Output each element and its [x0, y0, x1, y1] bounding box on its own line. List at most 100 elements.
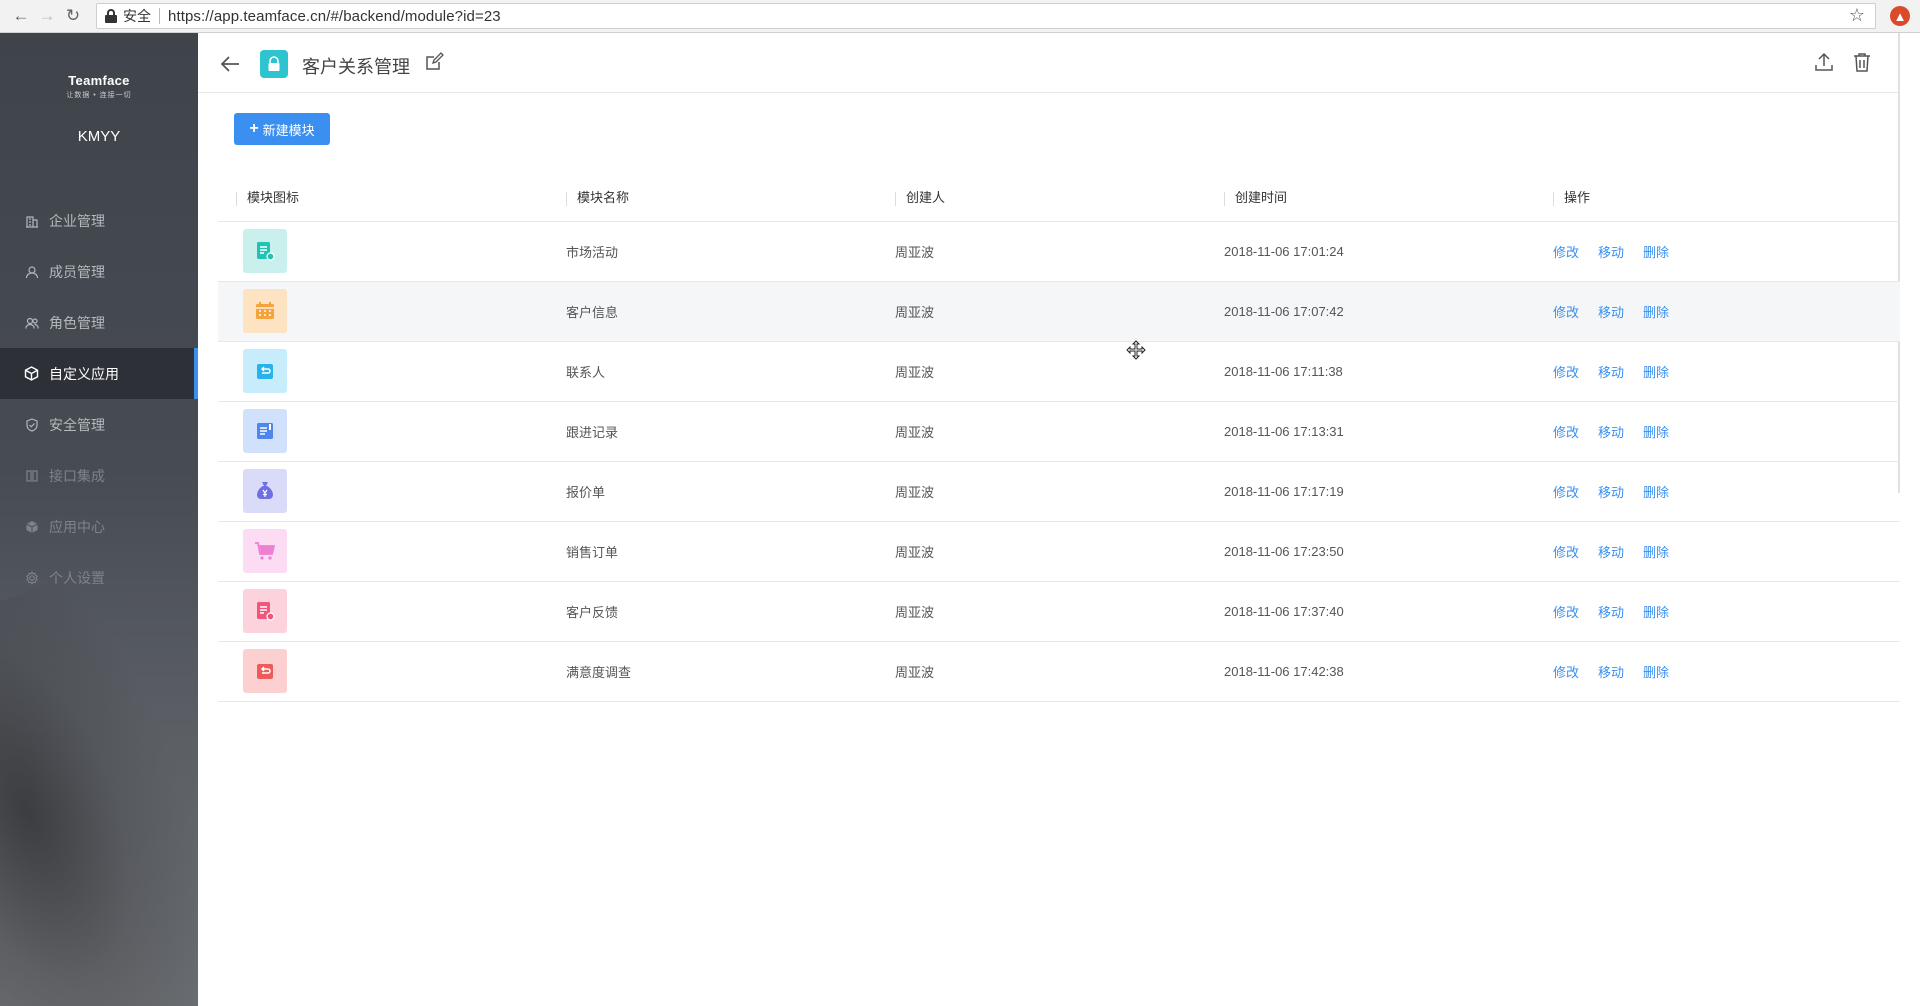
edit-link[interactable]: 修改: [1553, 605, 1579, 620]
export-icon[interactable]: [1813, 51, 1835, 73]
delete-link[interactable]: 删除: [1643, 665, 1669, 680]
creator: 周亚波: [876, 521, 1205, 582]
column-header-creator: 创建人: [876, 173, 1205, 222]
delete-link[interactable]: 删除: [1643, 365, 1669, 380]
creator: 周亚波: [876, 581, 1205, 642]
secure-label: 安全: [123, 8, 151, 24]
move-link[interactable]: 移动: [1598, 545, 1624, 560]
lock-icon: [105, 9, 117, 23]
column-header-created-time: 创建时间: [1205, 173, 1534, 222]
address-bar[interactable]: 安全 https://app.teamface.cn/#/backend/mod…: [96, 3, 1876, 29]
company-name: KMYY: [77, 128, 121, 145]
delete-link[interactable]: 删除: [1643, 245, 1669, 260]
edit-link[interactable]: 修改: [1553, 485, 1579, 500]
browser-forward-icon[interactable]: →: [34, 3, 60, 29]
table-row[interactable]: 报价单 周亚波 2018-11-06 17:17:19 修改 移动 删除: [218, 461, 1900, 522]
extension-icon[interactable]: ▲: [1890, 6, 1910, 26]
sidebar-item-personal-settings[interactable]: 个人设置: [0, 552, 198, 603]
back-arrow-icon[interactable]: [218, 52, 242, 76]
move-link[interactable]: 移动: [1598, 485, 1624, 500]
delete-link[interactable]: 删除: [1643, 485, 1669, 500]
document-icon: [243, 229, 287, 273]
creator: 周亚波: [876, 281, 1205, 342]
created-time: 2018-11-06 17:07:42: [1205, 281, 1534, 342]
created-time: 2018-11-06 17:11:38: [1205, 341, 1534, 402]
money-bag-icon: [243, 469, 287, 513]
move-link[interactable]: 移动: [1598, 425, 1624, 440]
edit-title-icon[interactable]: [424, 52, 444, 72]
bookmark-star-icon[interactable]: ☆: [1849, 5, 1865, 26]
delete-link[interactable]: 删除: [1643, 605, 1669, 620]
building-icon: [24, 213, 39, 228]
table-row[interactable]: 市场活动 周亚波 2018-11-06 17:01:24 修改 移动 删除: [218, 221, 1900, 282]
created-time: 2018-11-06 17:17:19: [1205, 461, 1534, 522]
delete-link[interactable]: 删除: [1643, 545, 1669, 560]
created-time: 2018-11-06 17:23:50: [1205, 521, 1534, 582]
move-link[interactable]: 移动: [1598, 245, 1624, 260]
plus-icon: +: [249, 120, 259, 137]
table-row[interactable]: 跟进记录 周亚波 2018-11-06 17:13:31 修改 移动 删除: [218, 401, 1900, 462]
sidebar-item-custom-apps[interactable]: 自定义应用: [0, 348, 198, 399]
move-cursor-icon: [1126, 340, 1146, 360]
table-row[interactable]: 联系人 周亚波 2018-11-06 17:11:38 修改 移动 删除: [218, 341, 1900, 402]
sidebar-item-enterprise[interactable]: 企业管理: [0, 195, 198, 246]
browser-reload-icon[interactable]: ↻: [60, 3, 86, 29]
delete-link[interactable]: 删除: [1643, 305, 1669, 320]
creator: 周亚波: [876, 401, 1205, 462]
created-time: 2018-11-06 17:13:31: [1205, 401, 1534, 462]
created-time: 2018-11-06 17:42:38: [1205, 641, 1534, 702]
module-name: 销售订单: [547, 521, 876, 582]
table-header-row: 模块图标 模块名称 创建人 创建时间 操作: [218, 173, 1900, 222]
column-header-name: 模块名称: [547, 173, 876, 222]
module-name: 跟进记录: [547, 401, 876, 462]
move-link[interactable]: 移动: [1598, 605, 1624, 620]
calendar-icon: [243, 289, 287, 333]
edit-link[interactable]: 修改: [1553, 425, 1579, 440]
module-name: 联系人: [547, 341, 876, 402]
sidebar-item-members[interactable]: 成员管理: [0, 246, 198, 297]
box-icon: [24, 519, 39, 534]
move-link[interactable]: 移动: [1598, 365, 1624, 380]
browser-back-icon[interactable]: ←: [8, 3, 34, 29]
table-row[interactable]: 客户反馈 周亚波 2018-11-06 17:37:40 修改 移动 删除: [218, 581, 1900, 642]
sidebar-item-security[interactable]: 安全管理: [0, 399, 198, 450]
user-icon: [24, 264, 39, 279]
edit-link[interactable]: 修改: [1553, 245, 1579, 260]
move-link[interactable]: 移动: [1598, 305, 1624, 320]
sidebar-menu: 企业管理 成员管理 角色管理 自定义应用 安全管理 接口集成 应用中心 个人设置: [0, 195, 198, 603]
main-content: 客户关系管理 + 新建模块 模块图标 模块名称 创建人 创建时间 操作 市场活动…: [198, 33, 1900, 1006]
url-text[interactable]: https://app.teamface.cn/#/backend/module…: [168, 8, 501, 25]
module-name: 市场活动: [547, 221, 876, 282]
table-row[interactable]: 客户信息 周亚波 2018-11-06 17:07:42 修改 移动 删除: [218, 281, 1900, 342]
module-name: 客户信息: [547, 281, 876, 342]
creator: 周亚波: [876, 461, 1205, 522]
edit-link[interactable]: 修改: [1553, 665, 1579, 680]
note-icon: [243, 409, 287, 453]
plug-icon: [24, 468, 39, 483]
module-table: 模块图标 模块名称 创建人 创建时间 操作 市场活动 周亚波 2018-11-0…: [218, 173, 1900, 702]
sidebar: Teamface 让数据 • 连接一切 KMYY 企业管理 成员管理 角色管理: [0, 33, 198, 1006]
trash-icon[interactable]: [1851, 51, 1873, 73]
sidebar-item-roles[interactable]: 角色管理: [0, 297, 198, 348]
new-module-button[interactable]: + 新建模块: [234, 113, 330, 145]
edit-link[interactable]: 修改: [1553, 365, 1579, 380]
gear-icon: [24, 570, 39, 585]
brand-logo: Teamface 让数据 • 连接一切: [66, 73, 132, 99]
sidebar-item-app-center[interactable]: 应用中心: [0, 501, 198, 552]
feedback-icon: [243, 589, 287, 633]
created-time: 2018-11-06 17:01:24: [1205, 221, 1534, 282]
table-row[interactable]: 满意度调查 周亚波 2018-11-06 17:42:38 修改 移动 删除: [218, 641, 1900, 702]
creator: 周亚波: [876, 341, 1205, 402]
browser-toolbar: ← → ↻ 安全 https://app.teamface.cn/#/backe…: [0, 0, 1920, 33]
edit-link[interactable]: 修改: [1553, 545, 1579, 560]
creator: 周亚波: [876, 641, 1205, 702]
table-row[interactable]: 销售订单 周亚波 2018-11-06 17:23:50 修改 移动 删除: [218, 521, 1900, 582]
module-name: 客户反馈: [547, 581, 876, 642]
module-name: 报价单: [547, 461, 876, 522]
sidebar-item-integration[interactable]: 接口集成: [0, 450, 198, 501]
module-app-icon: [260, 50, 288, 78]
created-time: 2018-11-06 17:37:40: [1205, 581, 1534, 642]
move-link[interactable]: 移动: [1598, 665, 1624, 680]
delete-link[interactable]: 删除: [1643, 425, 1669, 440]
edit-link[interactable]: 修改: [1553, 305, 1579, 320]
